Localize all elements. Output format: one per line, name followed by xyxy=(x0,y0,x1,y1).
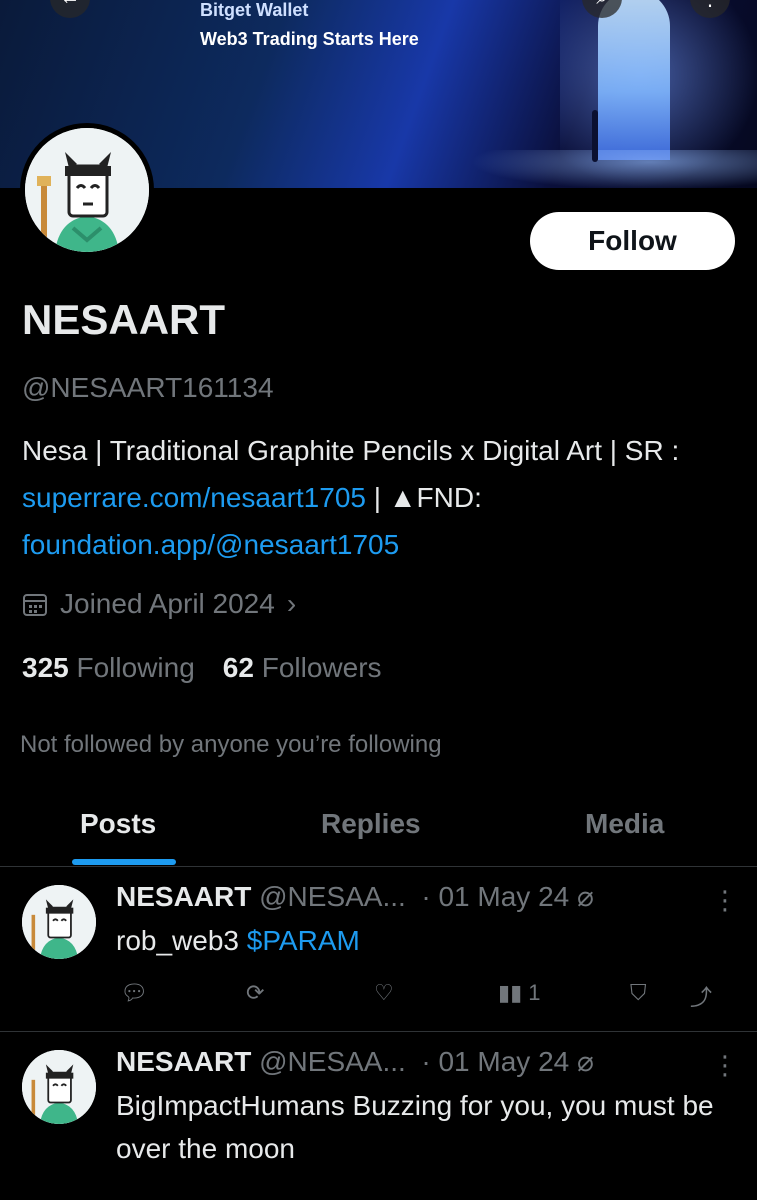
banner-floor-light xyxy=(470,150,757,188)
post-date[interactable]: · 01 May 24 xyxy=(421,1046,569,1077)
repost-button[interactable]: ⟳ xyxy=(246,980,264,1006)
chevron-right-icon: › xyxy=(286,588,297,619)
tab-media[interactable]: Media xyxy=(585,808,664,840)
repost-icon: ⟳ xyxy=(246,980,265,1005)
banner-brand: Bitget Wallet xyxy=(200,0,309,20)
grok-icon[interactable]: ⌀ xyxy=(577,881,594,912)
grok-icon[interactable]: ⌀ xyxy=(577,1046,594,1077)
bio-text: Nesa | Traditional Graphite Pencils x Di… xyxy=(22,435,680,466)
like-button[interactable]: ♡ xyxy=(374,980,394,1006)
post-actions: 💬︎ ⟳ ♡ ▮▮ 1 ⛉ ⤴ xyxy=(116,980,726,1010)
avatar-character-icon xyxy=(22,885,96,959)
tab-replies[interactable]: Replies xyxy=(321,808,421,840)
post-header: NESAART @NESAA... · 01 May 24 ⌀ xyxy=(116,1045,594,1078)
banner-figure xyxy=(592,110,598,162)
profile-avatar[interactable] xyxy=(20,123,154,257)
post[interactable]: NESAART @NESAA... · 01 May 24 ⌀ ⋮ rob_we… xyxy=(0,867,757,1031)
heart-icon: ♡ xyxy=(374,980,394,1005)
post-cashtag[interactable]: $PARAM xyxy=(247,925,360,956)
bio-link-superrare[interactable]: superrare.com/nesaart1705 xyxy=(22,482,366,513)
following-label: Following xyxy=(76,652,195,683)
banner-light-beam xyxy=(598,0,670,160)
profile-bio: Nesa | Traditional Graphite Pencils x Di… xyxy=(22,427,722,568)
post-author-handle[interactable]: @NESAA... xyxy=(259,1046,406,1077)
post-author-name[interactable]: NESAART xyxy=(116,881,251,912)
follow-stats: 325 Following 62 Followers xyxy=(22,652,382,684)
post-author-name[interactable]: NESAART xyxy=(116,1046,251,1077)
views-icon: ▮▮ xyxy=(498,980,523,1005)
active-tab-indicator xyxy=(72,859,176,865)
views-count: 1 xyxy=(528,980,541,1005)
reply-icon: 💬︎ xyxy=(120,980,148,1005)
bio-text-mid: | ▲FND: xyxy=(365,482,482,513)
joined-label: Joined April 2024 xyxy=(60,588,275,619)
post-text-plain: rob_web3 xyxy=(116,925,247,956)
back-button[interactable]: ← xyxy=(50,0,90,18)
followers-label: Followers xyxy=(261,652,382,683)
post[interactable]: NESAART @NESAA... · 01 May 24 ⌀ ⋮ BigImp… xyxy=(0,1032,757,1200)
avatar-character-icon xyxy=(25,128,149,252)
bookmark-icon: ⛉ xyxy=(630,980,647,1005)
calendar-icon xyxy=(23,594,47,616)
post-date[interactable]: · 01 May 24 xyxy=(421,881,569,912)
post-avatar[interactable] xyxy=(22,1050,96,1124)
share-button[interactable]: ⤴ xyxy=(690,980,712,1012)
joined-date[interactable]: Joined April 2024 › xyxy=(22,588,296,620)
banner-tagline: Web3 Trading Starts Here xyxy=(200,29,419,49)
following-stat[interactable]: 325 Following xyxy=(22,652,195,684)
profile-handle: @NESAART161134 xyxy=(22,372,274,403)
post-text: BigImpactHumans Buzzing for you, you mus… xyxy=(116,1090,714,1164)
post-avatar[interactable] xyxy=(22,885,96,959)
post-text: rob_web3 $PARAM xyxy=(116,919,716,962)
bio-link-foundation[interactable]: foundation.app/@nesaart1705 xyxy=(22,529,399,560)
not-followed-notice: Not followed by anyone you’re following xyxy=(20,731,442,758)
search-icon: ⌕ xyxy=(596,0,607,10)
avatar-character-icon xyxy=(22,1050,96,1124)
post-more-icon[interactable]: ⋮ xyxy=(712,1050,738,1081)
profile-tabs: Posts Replies Media xyxy=(0,800,757,867)
follow-button[interactable]: Follow xyxy=(530,212,735,270)
tab-posts[interactable]: Posts xyxy=(80,808,156,840)
share-icon: ⤴ xyxy=(690,985,713,1010)
back-arrow-icon: ← xyxy=(60,0,80,10)
avatar-image xyxy=(25,128,149,252)
followers-stat[interactable]: 62 Followers xyxy=(223,652,382,684)
following-count: 325 xyxy=(22,652,69,683)
reply-button[interactable]: 💬︎ xyxy=(120,980,148,1006)
followers-count: 62 xyxy=(222,652,254,683)
views-button[interactable]: ▮▮ 1 xyxy=(498,980,540,1006)
post-header: NESAART @NESAA... · 01 May 24 ⌀ xyxy=(116,880,594,913)
more-vertical-icon: ⋮ xyxy=(700,0,720,11)
post-author-handle[interactable]: @NESAA... xyxy=(259,881,406,912)
bookmark-button[interactable]: ⛉ xyxy=(630,980,647,1006)
profile-name: NESAART xyxy=(22,296,226,343)
post-more-icon[interactable]: ⋮ xyxy=(712,885,738,916)
